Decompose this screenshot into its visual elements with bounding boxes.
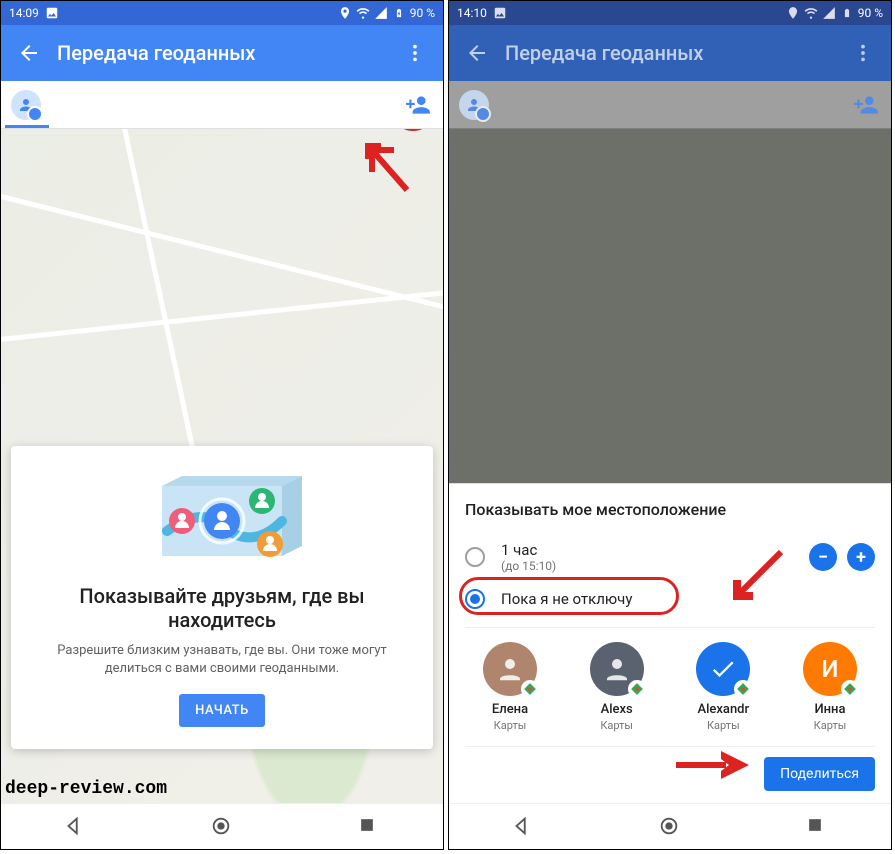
app-bar-title: Передача геоданных xyxy=(505,41,703,65)
maps-badge-icon xyxy=(734,680,752,698)
nav-home-button[interactable] xyxy=(210,815,234,839)
increase-button[interactable]: + xyxy=(847,543,875,571)
contact-item[interactable]: И Инна Карты xyxy=(785,642,875,732)
contact-name: Инна xyxy=(785,702,875,717)
contact-name: Alexs xyxy=(572,702,662,717)
system-nav-bar xyxy=(449,803,891,849)
self-tab-indicator xyxy=(5,125,49,128)
contact-source: Карты xyxy=(572,719,662,732)
phone-screenshot-right: 14:10 90 % Передача геоданных xyxy=(448,0,892,850)
contact-avatar: И xyxy=(803,642,857,696)
app-bar: Передача геоданных xyxy=(1,25,443,81)
share-bottom-sheet: Показывать мое местоположение 1 час (до … xyxy=(449,483,891,803)
self-avatar[interactable] xyxy=(11,90,41,120)
app-bar-title: Передача геоданных xyxy=(57,41,255,65)
nav-recents-button[interactable] xyxy=(805,815,829,839)
wifi-icon xyxy=(356,6,370,20)
onboarding-body: Разрешите близким узнавать, где вы. Они … xyxy=(31,642,413,678)
radio-unchecked-icon xyxy=(465,547,485,567)
contact-item[interactable]: Alexs Карты xyxy=(572,642,662,732)
avatar-row xyxy=(449,81,891,129)
maps-badge-icon xyxy=(628,680,646,698)
system-nav-bar xyxy=(1,803,443,849)
nav-back-button[interactable] xyxy=(511,815,535,839)
share-button[interactable]: Поделиться xyxy=(764,757,875,791)
duration-option-1hour[interactable]: 1 час (до 15:10) − + xyxy=(465,533,875,581)
status-time: 14:09 xyxy=(9,6,39,20)
divider xyxy=(465,627,875,628)
duration-option-until-off[interactable]: Пока я не отключу xyxy=(465,581,875,617)
image-icon xyxy=(45,6,59,20)
contact-avatar xyxy=(590,642,644,696)
contact-item[interactable]: Alexandr Карты xyxy=(678,642,768,732)
status-time: 14:10 xyxy=(457,6,487,20)
contact-avatar xyxy=(696,642,750,696)
overflow-menu-button[interactable] xyxy=(395,33,435,73)
cell-icon xyxy=(374,6,388,20)
avatar-row xyxy=(1,81,443,129)
contact-source: Карты xyxy=(678,719,768,732)
contact-name: Елена xyxy=(465,702,555,717)
status-bar: 14:10 90 % xyxy=(449,1,891,25)
nav-back-button[interactable] xyxy=(63,815,87,839)
option-label: 1 час xyxy=(501,541,556,559)
back-button[interactable] xyxy=(457,33,497,73)
annotation-circle xyxy=(391,129,435,131)
wifi-icon xyxy=(804,6,818,20)
watermark: deep-review.com xyxy=(5,779,167,799)
status-battery-pct: 90 % xyxy=(858,6,883,20)
maps-badge-icon xyxy=(841,680,859,698)
self-avatar xyxy=(459,90,489,120)
app-bar: Передача геоданных xyxy=(449,25,891,81)
nav-home-button[interactable] xyxy=(658,815,682,839)
location-icon xyxy=(338,6,352,20)
nav-recents-button[interactable] xyxy=(357,815,381,839)
location-icon xyxy=(786,6,800,20)
start-button[interactable]: НАЧАТЬ xyxy=(179,694,265,727)
contact-name: Alexandr xyxy=(678,702,768,717)
contact-source: Карты xyxy=(465,719,555,732)
status-battery-pct: 90 % xyxy=(410,6,435,20)
maps-badge-icon xyxy=(521,680,539,698)
add-person-button[interactable] xyxy=(403,90,433,120)
back-button[interactable] xyxy=(9,33,49,73)
image-icon xyxy=(493,6,507,20)
status-bar: 14:09 90 % xyxy=(1,1,443,25)
option-label: Пока я не отключу xyxy=(501,590,632,608)
map-area[interactable]: Показывайте друзьям, где вы находитесь Р… xyxy=(1,129,443,803)
cell-icon xyxy=(822,6,836,20)
onboarding-illustration xyxy=(31,466,413,576)
overflow-menu-button[interactable] xyxy=(843,33,883,73)
contact-item[interactable]: Елена Карты xyxy=(465,642,555,732)
battery-icon xyxy=(392,6,406,20)
decrease-button[interactable]: − xyxy=(809,543,837,571)
phone-screenshot-left: 14:09 90 % Передача геоданных xyxy=(0,0,444,850)
add-person-button xyxy=(851,90,881,120)
sheet-heading: Показывать мое местоположение xyxy=(465,500,875,519)
battery-icon xyxy=(840,6,854,20)
onboarding-card: Показывайте друзьям, где вы находитесь Р… xyxy=(11,446,433,749)
contact-avatar xyxy=(483,642,537,696)
annotation-arrow xyxy=(357,135,417,205)
option-subtext: (до 15:10) xyxy=(501,559,556,573)
onboarding-title: Показывайте друзьям, где вы находитесь xyxy=(31,584,413,632)
radio-checked-icon xyxy=(465,589,485,609)
contact-source: Карты xyxy=(785,719,875,732)
contacts-row: Елена Карты Alexs Карты Alexandr Карты И Инна Ка… xyxy=(465,642,875,732)
